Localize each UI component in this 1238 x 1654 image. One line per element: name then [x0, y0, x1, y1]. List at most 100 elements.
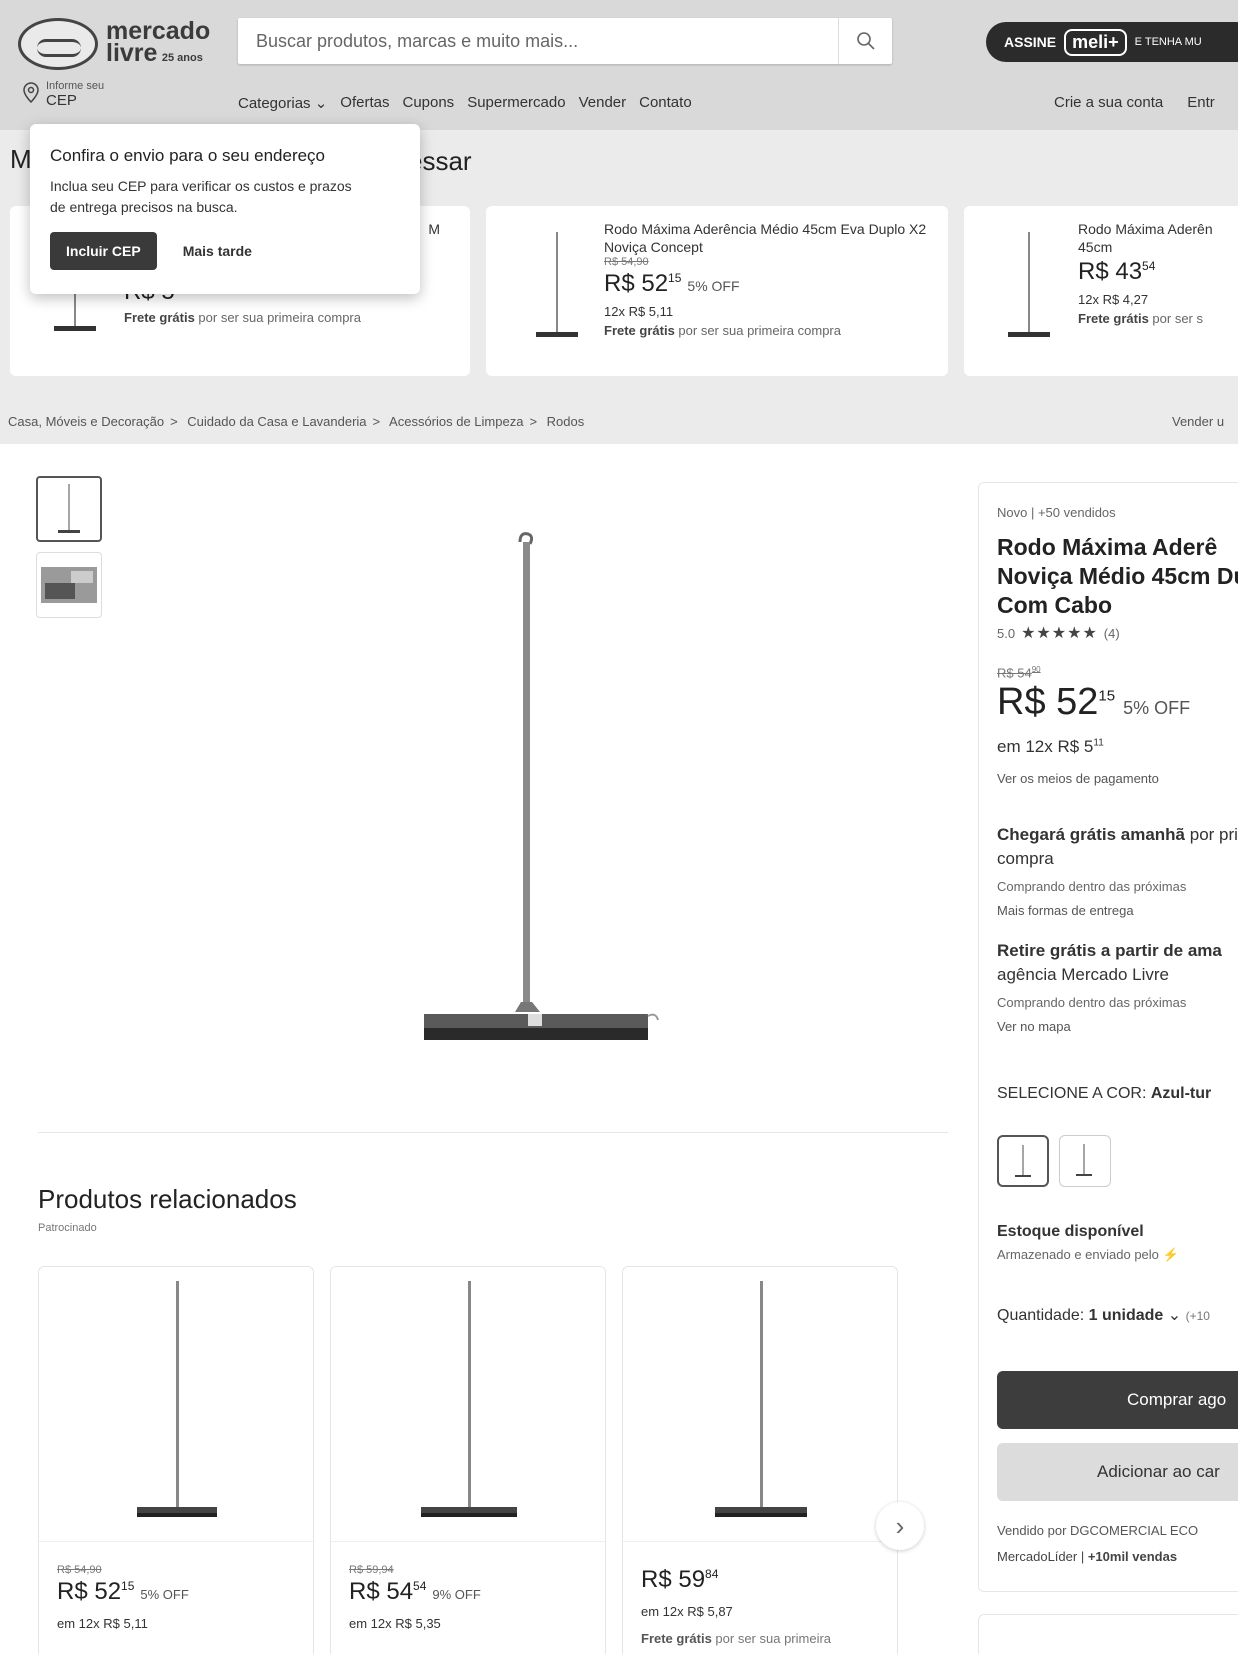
- related-card[interactable]: R$ 54,90 R$ 52155% OFF em 12x R$ 5,11: [38, 1266, 314, 1654]
- login-link[interactable]: Entr: [1187, 94, 1215, 111]
- sell-link[interactable]: Vender u: [1172, 414, 1224, 429]
- hero-card-installments: 12x R$ 5,11: [604, 304, 674, 319]
- shipping-detail: Comprando dentro das próximas: [997, 879, 1187, 894]
- popover-title: Confira o envio para o seu endereço: [50, 146, 326, 165]
- stock-title: Estoque disponível: [997, 1223, 1144, 1240]
- hero-card-shipping: Frete grátis por ser s: [1078, 311, 1203, 326]
- nav-vender[interactable]: Vender: [579, 94, 627, 112]
- logo-badge: 25 anos: [161, 51, 203, 64]
- cep-popover: Confira o envio para o seu endereço Incl…: [30, 124, 420, 294]
- sponsored-label: Patrocinado: [38, 1222, 97, 1234]
- buy-now-button[interactable]: Comprar ago: [997, 1371, 1238, 1429]
- search-button[interactable]: [838, 18, 892, 64]
- breadcrumb-item[interactable]: Casa, Móveis e Decoração: [8, 414, 164, 429]
- include-cep-button[interactable]: Incluir CEP: [50, 232, 157, 270]
- hero-card[interactable]: Rodo Máxima Aderência Médio 45cm Eva Dup…: [486, 206, 948, 376]
- secondary-panel: [978, 1614, 1238, 1654]
- chevron-down-icon: ⌄: [314, 95, 328, 112]
- product-rating[interactable]: 5.0 ★★★★★ (4): [997, 623, 1120, 643]
- old-price: R$ 5490: [997, 665, 1041, 681]
- quantity-selector[interactable]: Quantidade: 1 unidade ⌄ (+10: [997, 1305, 1210, 1325]
- location-pin-icon: [23, 82, 39, 104]
- color-selector-label: SELECIONE A COR: Azul-tur: [997, 1085, 1212, 1102]
- star-rating-icon: ★★★★★: [1021, 625, 1098, 642]
- related-title: Produtos relacionados: [38, 1184, 297, 1214]
- account-nav: Crie a sua conta Entr: [1054, 94, 1215, 111]
- search-icon: [856, 32, 875, 50]
- color-swatch[interactable]: [1059, 1135, 1111, 1187]
- related-installments: em 12x R$ 5,35: [349, 1616, 441, 1631]
- related-installments: em 12x R$ 5,87: [641, 1604, 733, 1619]
- related-old-price: R$ 54,90: [57, 1564, 102, 1576]
- map-link[interactable]: Ver no mapa: [997, 1019, 1071, 1034]
- cep-selector[interactable]: Informe seu CEP: [22, 80, 104, 109]
- product-image: [536, 232, 578, 337]
- hero-card-title: Rodo Máxima Aderên 45cm: [1078, 221, 1213, 255]
- product-condition: Novo | +50 vendidos: [997, 505, 1116, 520]
- hero-card-shipping: Frete grátis por ser sua primeira compra: [124, 310, 361, 325]
- related-price: R$ 54549% OFF: [349, 1578, 481, 1605]
- related-card[interactable]: R$ 59,94 R$ 54549% OFF em 12x R$ 5,35: [330, 1266, 606, 1654]
- color-swatch-image: [1076, 1144, 1092, 1176]
- pickup-detail: Comprando dentro das próximas: [997, 995, 1187, 1010]
- product-image: [1008, 232, 1050, 337]
- seller-link[interactable]: DGCOMERCIAL ECO: [1070, 1523, 1198, 1538]
- pickup-info: Retire grátis a partir de ama agência Mer…: [997, 941, 1222, 984]
- handshake-logo-icon: [18, 18, 98, 70]
- search-input[interactable]: [238, 18, 818, 64]
- product-title: Rodo Máxima Aderê Noviça Médio 45cm Dupl…: [997, 534, 1238, 618]
- related-price: R$ 52155% OFF: [57, 1578, 189, 1605]
- nav-cupons[interactable]: Cupons: [402, 94, 454, 112]
- related-installments: em 12x R$ 5,11: [57, 1616, 148, 1631]
- hero-card-title: Rodo Máxima Aderência Médio 45cm Eva Dup…: [604, 221, 927, 255]
- header: mercado livre 25 anos ASSINE meli+ E TEN…: [0, 0, 1238, 130]
- hero-card-old-price: R$ 54,90: [604, 256, 649, 268]
- breadcrumb-item[interactable]: Acessórios de Limpeza: [389, 414, 523, 429]
- product-thumbnail-photo: [41, 567, 97, 603]
- meli-plus-banner[interactable]: ASSINE meli+ E TENHA MU: [986, 22, 1238, 62]
- breadcrumb-item[interactable]: Cuidado da Casa e Lavanderia: [187, 414, 366, 429]
- related-shipping: Frete grátis por ser sua primeira: [641, 1631, 832, 1646]
- search-bar: [238, 18, 892, 64]
- cep-label: Informe seu: [46, 80, 105, 92]
- hero-card[interactable]: Rodo Máxima Aderên 45cm R$ 4354 12x R$ 4…: [964, 206, 1238, 376]
- thumbnail[interactable]: [36, 552, 102, 618]
- logo-text-livre: livre: [106, 38, 158, 67]
- related-card[interactable]: R$ 5984 em 12x R$ 5,87 Frete grátis por …: [622, 1266, 898, 1654]
- more-delivery-link[interactable]: Mais formas de entrega: [997, 903, 1134, 918]
- nav-categorias[interactable]: Categorias ⌄: [238, 94, 327, 112]
- current-price: R$ 52155% OFF: [997, 681, 1191, 723]
- later-button[interactable]: Mais tarde: [183, 243, 252, 259]
- chevron-down-icon: ⌄: [1167, 1307, 1182, 1324]
- add-to-cart-button[interactable]: Adicionar ao car: [997, 1443, 1238, 1501]
- payment-methods-link[interactable]: Ver os meios de pagamento: [997, 771, 1159, 786]
- hero-card-price: R$ 4354: [1078, 258, 1156, 285]
- hero-title-left: M: [10, 144, 32, 174]
- popover-text: Inclua seu CEP para verificar os custos …: [50, 178, 352, 215]
- product-main: Produtos relacionados Patrocinado R$ 54,…: [0, 444, 1238, 1654]
- cep-value: CEP: [46, 92, 77, 109]
- logo[interactable]: mercado livre 25 anos: [18, 18, 210, 70]
- breadcrumb-item[interactable]: Rodos: [547, 414, 585, 429]
- stock-detail: Armazenado e enviado pelo ⚡: [997, 1247, 1179, 1262]
- color-swatch[interactable]: [997, 1135, 1049, 1187]
- seller-badge: MercadoLíder | +10mil vendas: [997, 1549, 1178, 1564]
- related-product-image: [421, 1281, 517, 1517]
- page: mercado livre 25 anos ASSINE meli+ E TEN…: [0, 0, 1238, 1654]
- related-price: R$ 5984: [641, 1566, 719, 1593]
- hero-card-installments: 12x R$ 4,27: [1078, 292, 1149, 307]
- product-thumbnail-image: [58, 484, 80, 533]
- meli-plus-logo: meli+: [1064, 28, 1127, 56]
- carousel-next-button[interactable]: ›: [876, 1502, 924, 1550]
- nav-supermercado[interactable]: Supermercado: [467, 94, 565, 112]
- hero-card-price: R$ 5215 5% OFF: [604, 270, 740, 297]
- shipping-info: Chegará grátis amanhã por primeira compr…: [997, 825, 1238, 868]
- nav-contato[interactable]: Contato: [639, 94, 692, 112]
- installments: em 12x R$ 511: [997, 737, 1104, 756]
- nav-ofertas[interactable]: Ofertas: [340, 94, 389, 112]
- related-product-image: [137, 1281, 217, 1517]
- seller-info: Vendido por DGCOMERCIAL ECO: [997, 1523, 1199, 1538]
- main-product-image[interactable]: [420, 502, 660, 1052]
- thumbnail[interactable]: [36, 476, 102, 542]
- create-account-link[interactable]: Crie a sua conta: [1054, 94, 1163, 111]
